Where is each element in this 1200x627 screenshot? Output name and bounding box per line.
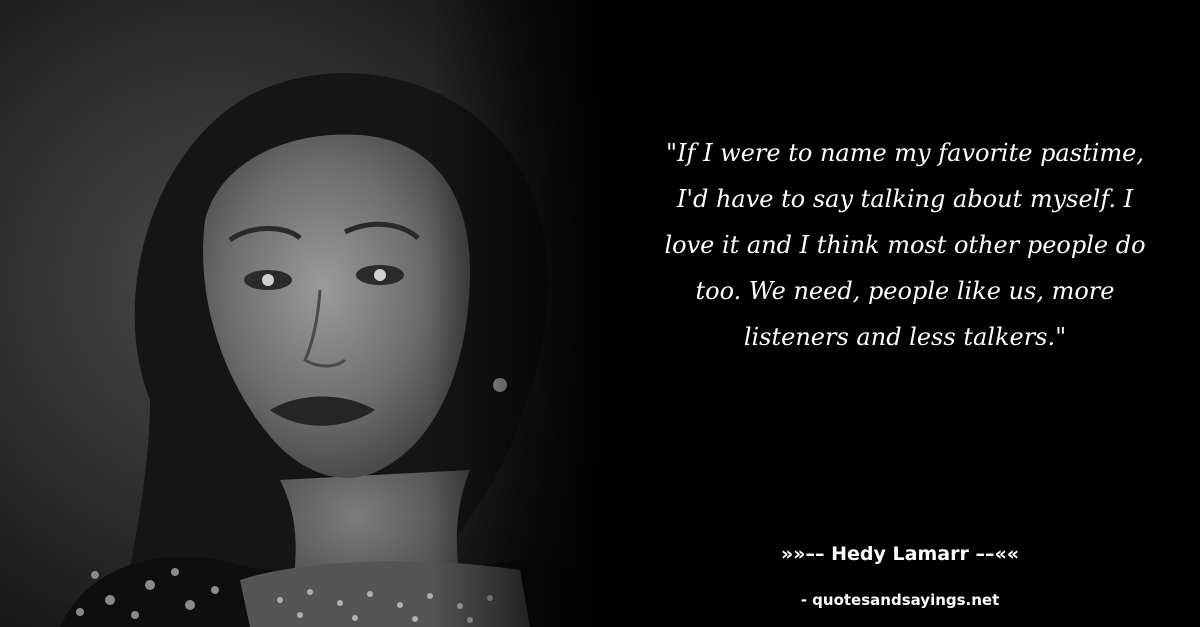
quote-card: "If I were to name my favorite pastime, … <box>0 0 1200 627</box>
quote-text: "If I were to name my favorite pastime, … <box>664 139 1146 351</box>
source-credit: - quotesandsayings.net <box>800 591 1000 609</box>
author-attribution: »»–– Hedy Lamarr ––«« <box>780 543 1019 565</box>
